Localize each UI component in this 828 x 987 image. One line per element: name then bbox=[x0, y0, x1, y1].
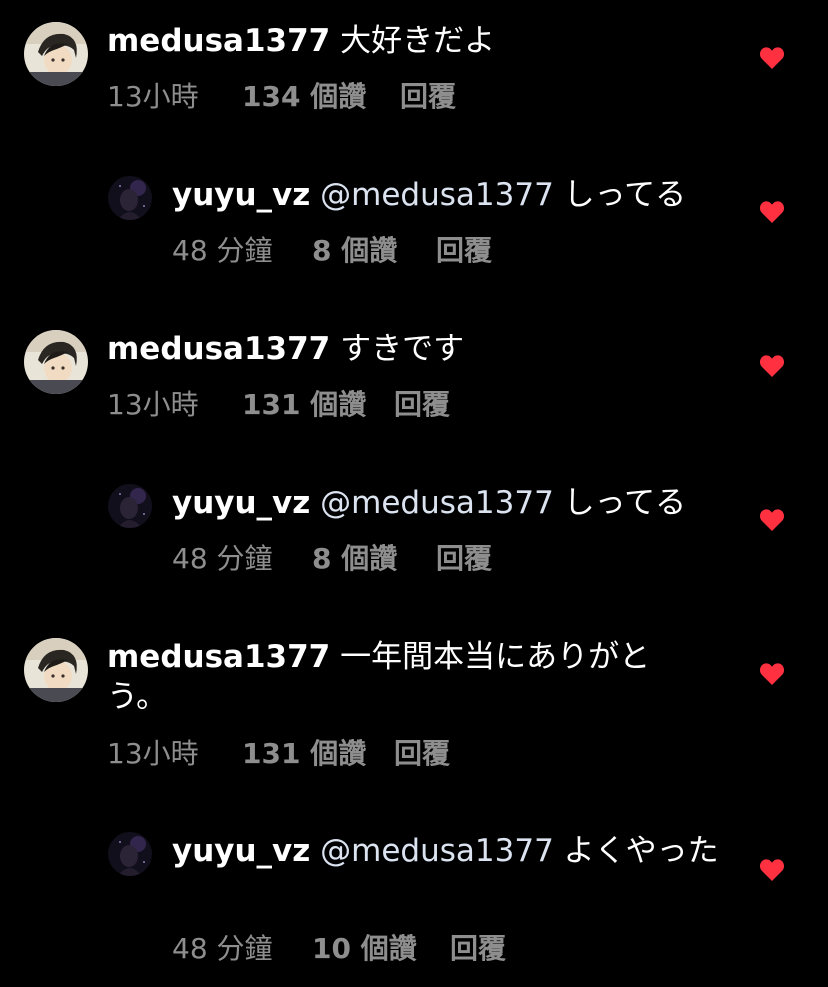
username[interactable]: yuyu_vz bbox=[172, 485, 310, 521]
heart-icon[interactable] bbox=[759, 858, 785, 882]
comment-meta: 13小時 131 個讚 回覆 bbox=[107, 737, 450, 771]
reply-button[interactable]: 回覆 bbox=[400, 80, 456, 114]
username[interactable]: yuyu_vz bbox=[172, 833, 310, 869]
likes-count[interactable]: 131 個讚 bbox=[242, 737, 394, 771]
comment-meta: 13小時 131 個讚 回覆 bbox=[107, 388, 450, 422]
reply-button[interactable]: 回覆 bbox=[436, 234, 492, 268]
comment-text: medusa1377 一年間本当にありがとう。 bbox=[107, 637, 707, 717]
username[interactable]: medusa1377 bbox=[107, 23, 330, 59]
comment-body: よくやった bbox=[553, 833, 719, 869]
username[interactable]: medusa1377 bbox=[107, 639, 330, 675]
heart-icon[interactable] bbox=[759, 662, 785, 686]
mention-link[interactable]: @medusa1377 bbox=[310, 485, 554, 521]
avatar[interactable] bbox=[24, 22, 88, 86]
comment-meta: 48 分鐘 8 個讚 回覆 bbox=[172, 542, 492, 576]
avatar[interactable] bbox=[108, 832, 152, 876]
comment-text: yuyu_vz @medusa1377 よくやった bbox=[172, 831, 720, 871]
comment-text: yuyu_vz @medusa1377 しってる bbox=[172, 483, 732, 523]
comment-text: medusa1377 すきです bbox=[107, 329, 727, 369]
comment-text: yuyu_vz @medusa1377 しってる bbox=[172, 175, 732, 215]
likes-count[interactable]: 134 個讚 bbox=[242, 80, 400, 114]
heart-icon[interactable] bbox=[759, 354, 785, 378]
username[interactable]: medusa1377 bbox=[107, 331, 330, 367]
reply-button[interactable]: 回覆 bbox=[436, 542, 492, 576]
comment-body: しってる bbox=[553, 485, 687, 521]
heart-icon[interactable] bbox=[759, 508, 785, 532]
avatar[interactable] bbox=[108, 176, 152, 220]
reply-button[interactable]: 回覆 bbox=[394, 737, 450, 771]
reply-button[interactable]: 回覆 bbox=[394, 388, 450, 422]
timestamp: 13小時 bbox=[107, 737, 199, 770]
comment-body: しってる bbox=[553, 177, 687, 213]
reply-button[interactable]: 回覆 bbox=[450, 932, 506, 966]
timestamp: 13小時 bbox=[107, 80, 199, 113]
likes-count[interactable]: 8 個讚 bbox=[312, 234, 436, 268]
username[interactable]: yuyu_vz bbox=[172, 177, 310, 213]
comment-meta: 13小時 134 個讚 回覆 bbox=[107, 80, 456, 114]
comment-body: 大好きだよ bbox=[330, 23, 496, 59]
likes-count[interactable]: 131 個讚 bbox=[242, 388, 394, 422]
timestamp: 48 分鐘 bbox=[172, 542, 273, 575]
avatar[interactable] bbox=[24, 330, 88, 394]
timestamp: 13小時 bbox=[107, 388, 199, 421]
mention-link[interactable]: @medusa1377 bbox=[310, 833, 554, 869]
timestamp: 48 分鐘 bbox=[172, 932, 273, 965]
comment-meta: 48 分鐘 8 個讚 回覆 bbox=[172, 234, 492, 268]
likes-count[interactable]: 8 個讚 bbox=[312, 542, 436, 576]
avatar[interactable] bbox=[24, 638, 88, 702]
avatar[interactable] bbox=[108, 484, 152, 528]
heart-icon[interactable] bbox=[759, 200, 785, 224]
comment-text: medusa1377 大好きだよ bbox=[107, 21, 727, 61]
mention-link[interactable]: @medusa1377 bbox=[310, 177, 554, 213]
comment-meta: 48 分鐘 10 個讚 回覆 bbox=[172, 932, 506, 966]
heart-icon[interactable] bbox=[759, 46, 785, 70]
likes-count[interactable]: 10 個讚 bbox=[312, 932, 450, 966]
timestamp: 48 分鐘 bbox=[172, 234, 273, 267]
comment-body: すきです bbox=[330, 331, 465, 367]
